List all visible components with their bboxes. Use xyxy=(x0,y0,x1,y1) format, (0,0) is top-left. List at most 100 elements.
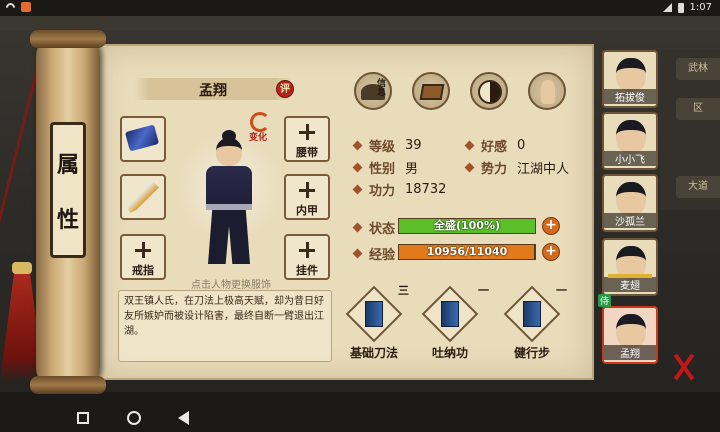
add-exp-button[interactable]: + xyxy=(542,243,560,261)
party-member[interactable]: 小小飞 xyxy=(602,112,658,170)
party-member-name: 麦翅 xyxy=(604,277,656,292)
back-icon[interactable] xyxy=(178,411,189,425)
system-nav-bar xyxy=(0,404,720,432)
party-member[interactable]: 麦翅 xyxy=(602,238,658,296)
stat-faction: 势力 江湖中人 xyxy=(464,158,570,177)
plus-icon xyxy=(299,182,315,198)
background-tag[interactable]: 武林 xyxy=(676,58,720,80)
party-member-hp-bar xyxy=(608,274,652,278)
bagua-tab[interactable] xyxy=(470,72,508,110)
stat-label: 状态 xyxy=(369,222,396,237)
skill-name: 吐纳功 xyxy=(431,346,468,360)
armor-item-icon xyxy=(124,124,160,152)
party-member-name: 沙孤兰 xyxy=(604,213,656,228)
plus-icon xyxy=(135,242,151,258)
stat-gender: 性别 男 xyxy=(352,158,418,177)
title-char: 性 xyxy=(56,206,79,233)
state-row: 状态 xyxy=(352,218,396,237)
stat-label: 好感 xyxy=(481,140,508,155)
skill-level: 一 xyxy=(556,284,567,297)
transform-icon[interactable] xyxy=(250,112,270,132)
equip-slot-pendant[interactable]: 挂件 xyxy=(284,234,330,280)
exp-bar-text: 10956/11040 xyxy=(426,245,508,258)
stat-label: 功力 xyxy=(369,184,396,199)
equip-slot-weapon[interactable] xyxy=(120,174,166,220)
scroll-cap-bottom xyxy=(30,376,106,394)
restore-state-button[interactable]: + xyxy=(542,217,560,235)
transform-label: 变化 xyxy=(249,133,268,143)
diamond-icon xyxy=(464,140,475,151)
party-member[interactable]: 拓拔俊 xyxy=(602,50,658,108)
avatar xyxy=(616,120,646,154)
app-notification-icon xyxy=(21,2,31,12)
signal-icon xyxy=(662,3,672,12)
status-bar: 1:07 xyxy=(0,0,720,16)
background-tag[interactable]: 区 xyxy=(676,98,720,120)
stat-label: 经验 xyxy=(369,248,396,263)
avatar xyxy=(616,314,646,348)
info-tab-label: 信息 xyxy=(375,78,385,96)
diamond-icon xyxy=(352,248,363,259)
title-char: 属 xyxy=(56,151,79,178)
clock: 1:07 xyxy=(689,2,712,13)
panel-title: 属 性 xyxy=(50,122,86,258)
name-banner: 孟翔 xyxy=(134,78,292,100)
change-outfit-hint: 点击人物更换服饰 xyxy=(191,280,271,291)
party-member[interactable]: 沙孤兰 xyxy=(602,174,658,232)
diamond-icon xyxy=(352,184,363,195)
party-member-name: 拓拔俊 xyxy=(604,89,656,104)
inventory-tab[interactable] xyxy=(412,72,450,110)
stat-favor: 好感 0 xyxy=(464,136,526,155)
party-badge: 侍 xyxy=(598,294,612,307)
slot-label: 内甲 xyxy=(296,204,318,217)
state-bar-text: 全盛(100%) xyxy=(433,219,501,232)
party-member-selected[interactable]: 孟翔 xyxy=(602,306,658,364)
skill-slot-3[interactable] xyxy=(503,285,561,343)
stat-value: 江湖中人 xyxy=(517,162,570,177)
stat-label: 势力 xyxy=(481,162,508,177)
exp-row: 经验 xyxy=(352,244,396,263)
equip-slot-belt[interactable]: 腰带 xyxy=(284,116,330,162)
plus-icon xyxy=(299,124,315,140)
skill-slot-1[interactable] xyxy=(345,285,403,343)
skill-slot-2[interactable] xyxy=(421,285,479,343)
slot-label: 腰带 xyxy=(296,146,318,159)
skill-level: 三 xyxy=(398,284,409,297)
character-belt xyxy=(206,204,252,210)
slot-label: 戒指 xyxy=(132,264,154,277)
stat-value: 0 xyxy=(517,138,526,153)
battery-icon xyxy=(677,2,684,13)
book-icon xyxy=(523,301,541,327)
character-head[interactable] xyxy=(216,138,242,166)
meridian-tab[interactable] xyxy=(528,72,566,110)
bagua-icon xyxy=(478,80,502,104)
equip-slot-inner-armor[interactable]: 内甲 xyxy=(284,174,330,220)
slot-label: 挂件 xyxy=(296,264,318,277)
stat-label: 等级 xyxy=(369,140,396,155)
exp-bar: 10956/11040 xyxy=(398,244,536,260)
home-icon[interactable] xyxy=(127,411,141,425)
book-icon xyxy=(365,301,383,327)
stat-power: 功力 18732 xyxy=(352,180,446,199)
tassel-knot xyxy=(12,262,32,274)
character-bio: 双王镇人氏，在刀法上极高天赋，却为昔日好友所嫉妒而被设计陷害，最终自断一臂退出江… xyxy=(118,290,332,362)
weapon-item-icon xyxy=(127,181,159,213)
avatar xyxy=(616,58,646,92)
plus-icon xyxy=(299,242,315,258)
character-name: 孟翔 xyxy=(199,83,227,99)
stat-level: 等级 39 xyxy=(352,136,422,155)
rating-badge[interactable]: 评 xyxy=(276,80,294,98)
scroll-cap-top xyxy=(30,30,106,48)
book-icon xyxy=(441,301,459,327)
equip-slot-armor[interactable] xyxy=(120,116,166,162)
stat-label: 性别 xyxy=(369,162,396,177)
recent-apps-icon[interactable] xyxy=(77,412,89,424)
meridian-icon xyxy=(541,80,555,104)
info-tab[interactable]: 信息 xyxy=(354,72,392,110)
background-right-panel: 武林 区 大道 xyxy=(660,50,720,210)
close-icon[interactable] xyxy=(664,352,704,382)
wifi-icon xyxy=(4,0,17,14)
diamond-icon xyxy=(464,162,475,173)
background-tag[interactable]: 大道 xyxy=(676,176,720,198)
equip-slot-ring[interactable]: 戒指 xyxy=(120,234,166,280)
